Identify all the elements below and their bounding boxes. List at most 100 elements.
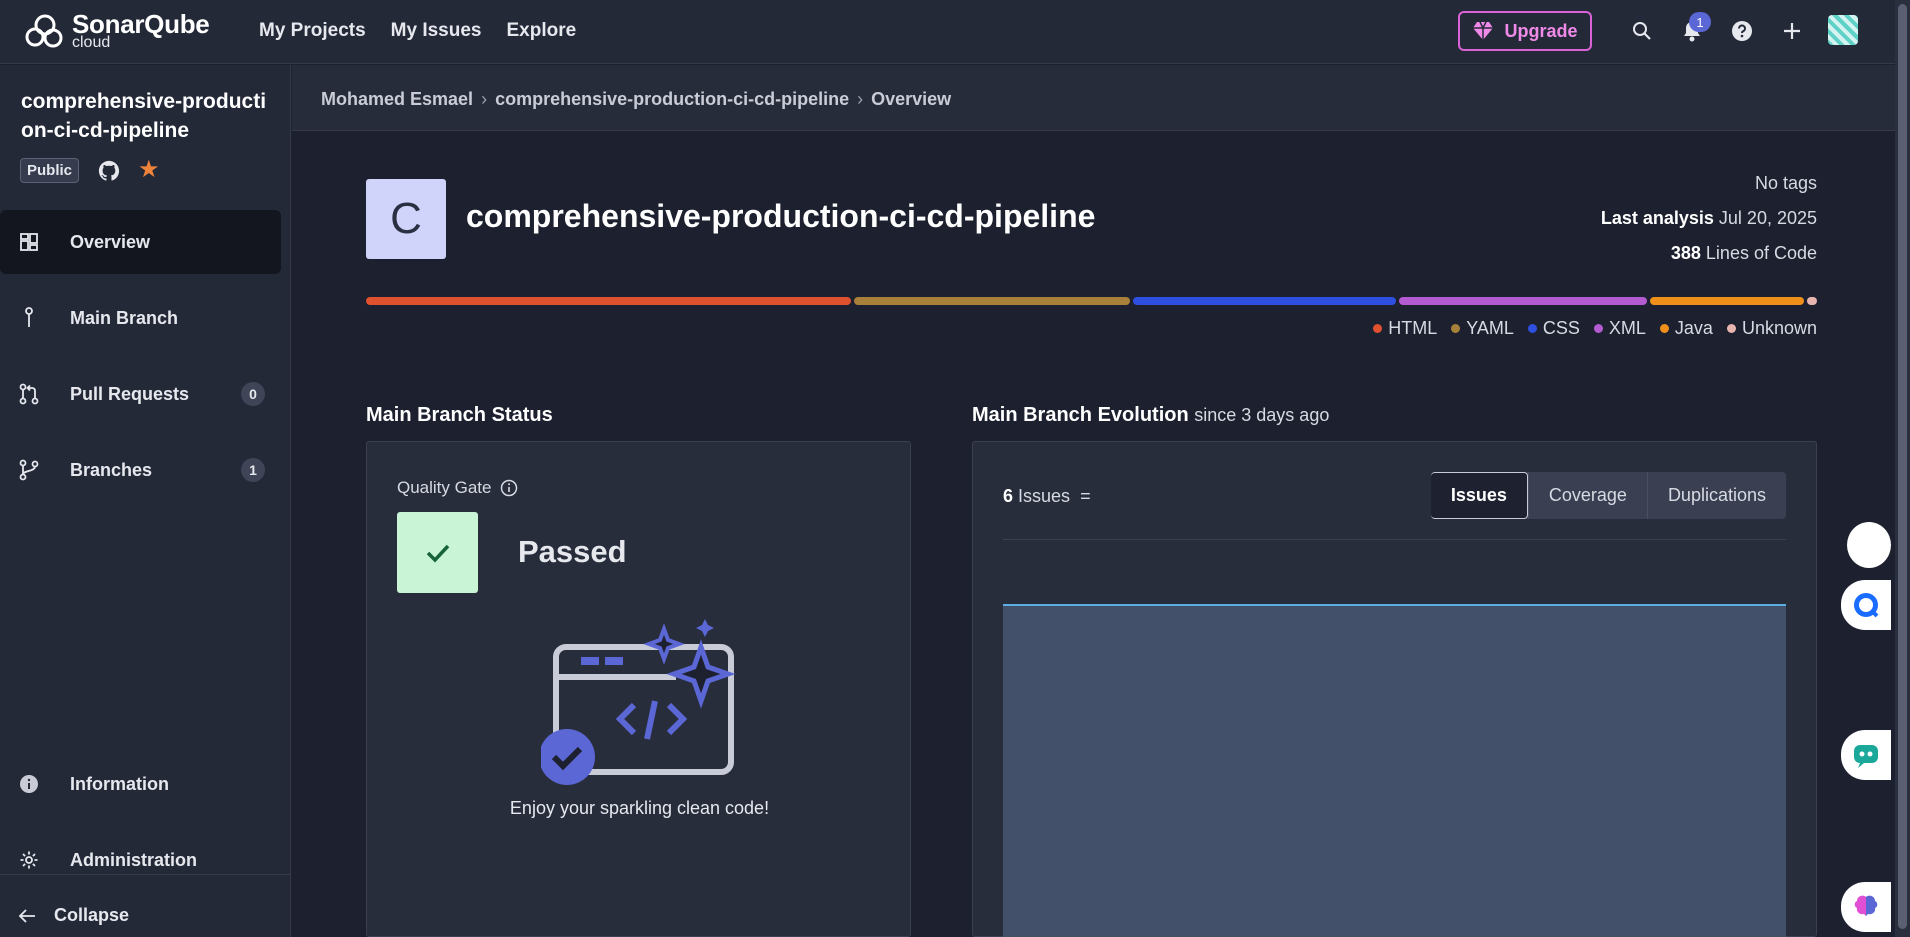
nav-explore[interactable]: Explore	[506, 20, 576, 42]
project-tags[interactable]: No tags	[1755, 173, 1817, 194]
upgrade-label: Upgrade	[1504, 20, 1578, 41]
upgrade-button[interactable]: Upgrade	[1458, 11, 1592, 51]
assistant-bot-button[interactable]	[1841, 730, 1891, 780]
checkmark-icon	[426, 544, 449, 563]
notification-count-badge: 1	[1689, 12, 1711, 32]
legend-item-yaml: YAML	[1451, 318, 1514, 339]
chat-widget-button[interactable]	[1841, 580, 1891, 630]
legend-dot	[1593, 323, 1603, 333]
legend-dot	[1659, 323, 1669, 333]
sidebar-item-pull-requests[interactable]: Pull Requests 0	[0, 362, 281, 426]
loc-label: Lines of Code	[1705, 243, 1817, 263]
legend-label: CSS	[1542, 318, 1580, 338]
quality-gate-label: Quality Gate	[397, 478, 518, 498]
clean-code-message: Enjoy your sparkling clean code!	[509, 798, 770, 818]
tab-duplications[interactable]: Duplications	[1646, 472, 1786, 519]
chevron-right-icon: ›	[857, 89, 864, 109]
tab-coverage[interactable]: Coverage	[1527, 472, 1647, 519]
scrollbar-thumb[interactable]	[1898, 4, 1907, 929]
nav-my-issues[interactable]: My Issues	[391, 20, 482, 42]
sidebar-item-overview[interactable]: Overview	[0, 210, 281, 274]
legend-item-xml: XML	[1593, 318, 1646, 339]
sidebar-item-label: Overview	[70, 231, 151, 252]
info-circle-icon[interactable]	[500, 479, 518, 497]
pull-requests-count-badge: 0	[241, 382, 265, 406]
page-scrollbar[interactable]	[1895, 0, 1910, 937]
chart-divider	[1003, 539, 1786, 540]
loc-value: 388	[1670, 243, 1701, 263]
sidebar-item-label: Administration	[70, 849, 198, 870]
evolution-since: since 3 days ago	[1194, 405, 1330, 425]
tab-issues[interactable]: Issues	[1430, 472, 1528, 519]
language-segment-xml	[1399, 297, 1647, 305]
floating-widget-circle[interactable]	[1847, 522, 1891, 568]
evolution-section-title: Main Branch Evolution since 3 days ago	[972, 404, 1329, 427]
legend-label: XML	[1608, 318, 1646, 338]
github-icon[interactable]	[98, 160, 120, 182]
diamond-icon	[1473, 21, 1494, 40]
search-icon[interactable]	[1629, 18, 1655, 44]
language-segment-html	[366, 297, 851, 305]
project-avatar: C	[366, 179, 446, 259]
breadcrumb-project[interactable]: comprehensive-production-ci-cd-pipeline	[495, 89, 849, 110]
issues-summary: 6 Issues =	[1003, 486, 1091, 507]
legend-dot	[1451, 323, 1461, 333]
git-branch-icon	[18, 459, 40, 481]
language-legend: HTML YAML CSS XML Java Unknown	[1373, 318, 1817, 339]
language-segment-unknown	[1806, 297, 1817, 305]
sidebar-item-label: Main Branch	[70, 307, 179, 328]
legend-item-css: CSS	[1527, 318, 1580, 339]
legend-item-html: HTML	[1373, 318, 1437, 339]
arrow-left-icon	[18, 908, 35, 923]
breadcrumb-bar: Mohamed Esmael › comprehensive-productio…	[292, 65, 1895, 131]
sonarqube-logo[interactable]: SonarQube cloud	[24, 10, 210, 52]
branches-count-badge: 1	[241, 458, 265, 482]
brain-icon	[1854, 895, 1878, 916]
favorite-star-icon[interactable]: ★	[138, 158, 162, 182]
sidebar-item-information[interactable]: Information	[0, 752, 281, 816]
legend-label: YAML	[1466, 318, 1514, 338]
last-analysis-label: Last analysis	[1600, 208, 1714, 228]
legend-label: Java	[1674, 318, 1713, 338]
evolution-card: 6 Issues = Issues Coverage Duplications	[972, 441, 1817, 937]
language-segment-yaml	[853, 297, 1131, 305]
visibility-badge: Public	[20, 158, 80, 183]
chevron-right-icon: ›	[481, 89, 488, 109]
legend-label: Unknown	[1741, 318, 1817, 338]
chat-bubble-icon	[1854, 593, 1879, 618]
user-avatar[interactable]	[1828, 15, 1858, 45]
evolution-title: Main Branch Evolution	[972, 404, 1189, 426]
legend-dot	[1726, 323, 1736, 333]
help-icon[interactable]	[1729, 18, 1755, 44]
metric-toggle: Issues Coverage Duplications	[1430, 472, 1786, 519]
page-title: comprehensive-production-ci-cd-pipeline	[466, 198, 1096, 234]
last-analysis: Last analysis Jul 20, 2025	[1601, 208, 1817, 229]
sidebar-item-administration[interactable]: Administration	[0, 828, 281, 892]
sonarqube-logo-icon	[25, 14, 63, 48]
main-nav: My Projects My Issues Explore	[259, 20, 576, 42]
plus-icon[interactable]	[1779, 18, 1805, 44]
legend-dot	[1373, 323, 1383, 333]
nav-my-projects[interactable]: My Projects	[259, 20, 366, 42]
breadcrumb-current: Overview	[871, 89, 952, 109]
collapse-sidebar-button[interactable]: Collapse	[18, 905, 129, 926]
breadcrumb: Mohamed Esmael › comprehensive-productio…	[321, 89, 951, 110]
breadcrumb-organization[interactable]: Mohamed Esmael	[321, 89, 473, 110]
quality-gate-status-box	[397, 512, 478, 593]
issues-evolution-chart	[1003, 604, 1786, 937]
sidebar-item-branches[interactable]: Branches 1	[0, 438, 281, 502]
brain-extension-button[interactable]	[1841, 882, 1891, 932]
sidebar-item-main-branch[interactable]: Main Branch	[0, 286, 281, 350]
quality-gate-label-text: Quality Gate	[397, 478, 492, 497]
robot-chat-icon	[1854, 745, 1878, 768]
pull-request-icon	[18, 383, 40, 405]
clean-code-illustration	[541, 619, 736, 785]
tags-text: No tags	[1754, 173, 1817, 193]
issues-trend-indicator: =	[1080, 486, 1091, 506]
language-segment-java	[1649, 297, 1804, 305]
issues-count: 6	[1003, 486, 1014, 506]
project-sidebar: comprehensive-production-ci-cd-pipeline …	[0, 65, 291, 937]
sidebar-item-label: Branches	[70, 459, 153, 480]
info-icon	[18, 773, 40, 795]
quality-gate-status: Passed	[518, 534, 627, 569]
